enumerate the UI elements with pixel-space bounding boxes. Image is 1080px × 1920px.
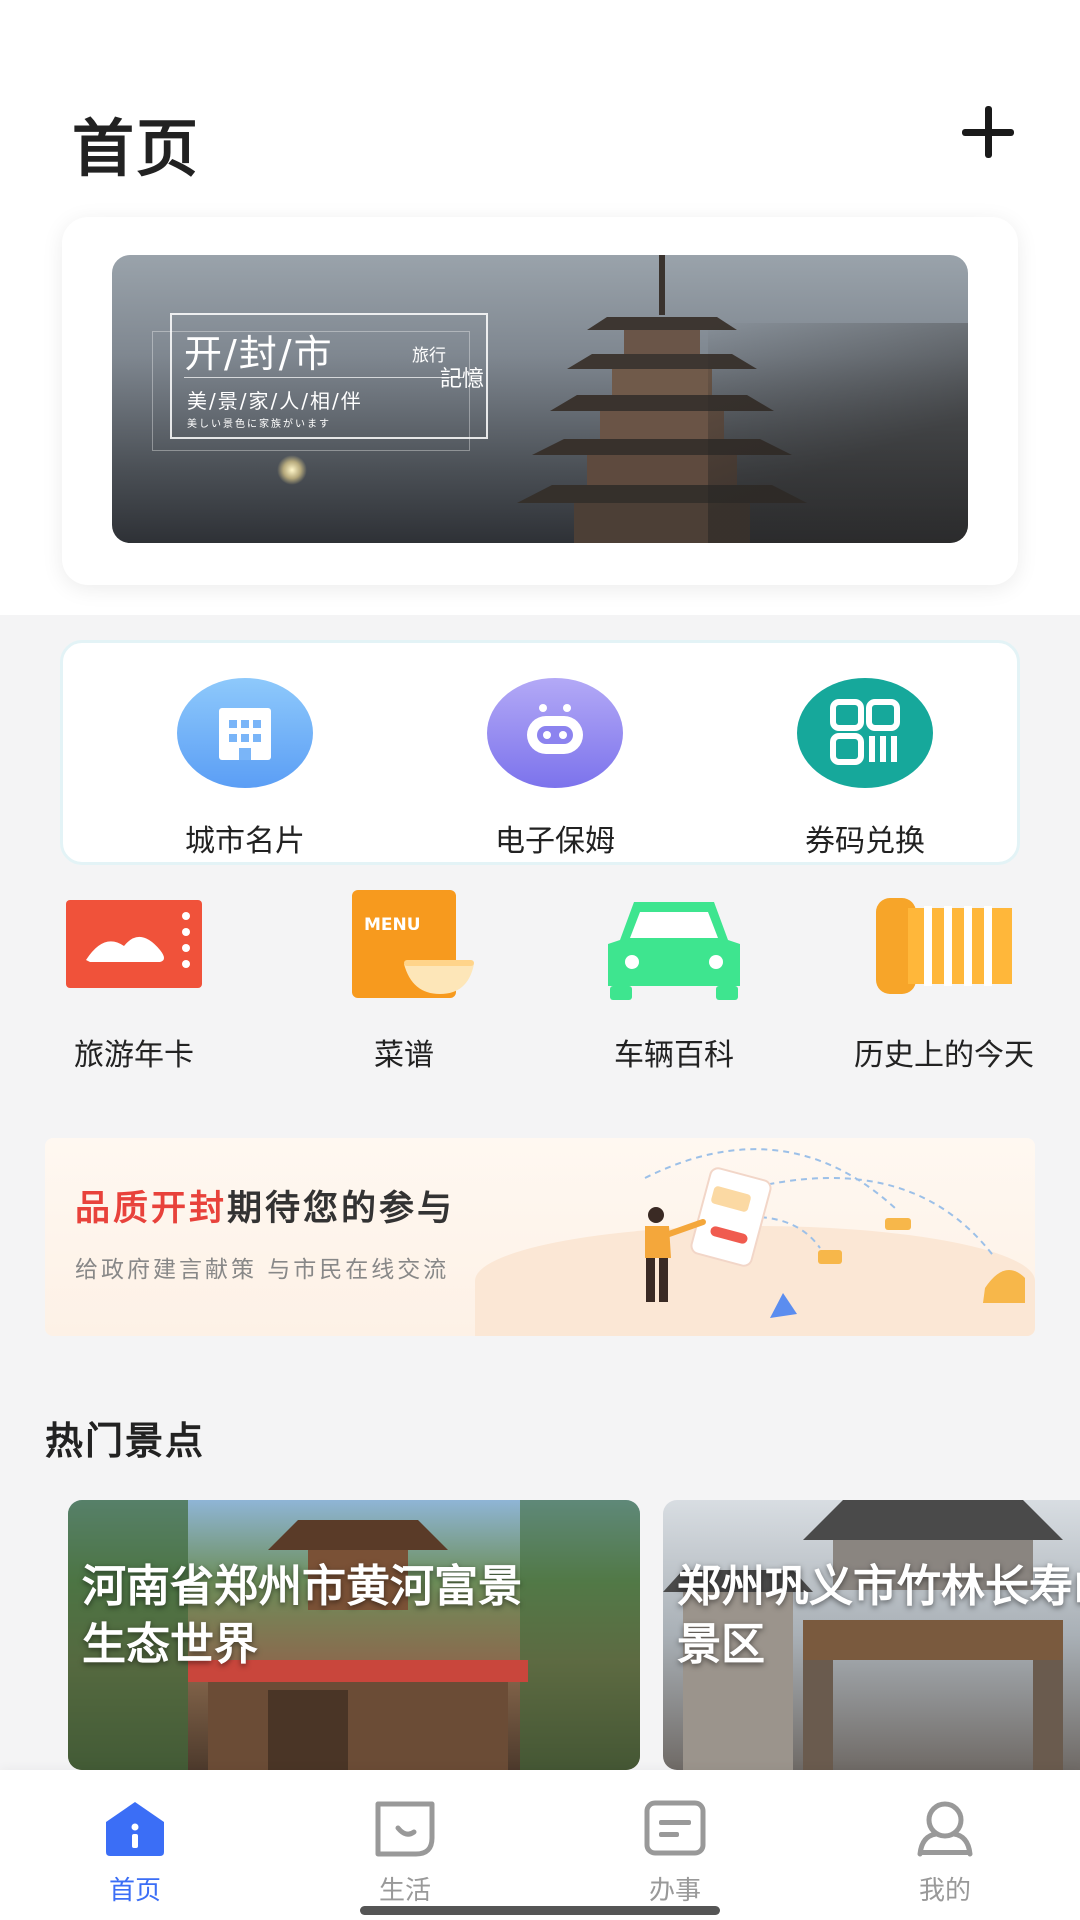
trees-decoration bbox=[708, 323, 968, 543]
quick-link-label: 历史上的今天 bbox=[854, 1038, 1034, 1073]
home-icon bbox=[100, 1798, 170, 1858]
quick-link-car-wiki[interactable]: 车辆百科 bbox=[574, 890, 774, 1074]
menu-book-icon: MENU bbox=[334, 890, 474, 1000]
promo-title-highlight: 品质开封 bbox=[75, 1189, 228, 1229]
service-label: 电子保姆 bbox=[495, 824, 615, 859]
banner-card[interactable]: 开/封/市 旅行 記憶 美/景/家/人/相/伴 美しい景色に家族がいます bbox=[62, 217, 1018, 585]
page-title: 首页 bbox=[72, 112, 201, 185]
hot-spot-title-line1: 河南省郑州市黄河富景 bbox=[82, 1561, 522, 1612]
service-coupon-exchange[interactable]: 券码兑换 bbox=[765, 678, 965, 860]
service-e-nanny[interactable]: 电子保姆 bbox=[455, 678, 655, 860]
tab-profile[interactable]: 我的 bbox=[875, 1798, 1015, 1907]
car-icon bbox=[604, 890, 744, 1000]
svg-text:MENU: MENU bbox=[364, 915, 421, 935]
tasks-icon bbox=[640, 1798, 710, 1858]
promo-title-rest: 期待您的参与 bbox=[227, 1189, 456, 1229]
banner-title: 开/封/市 bbox=[184, 332, 334, 376]
tab-tasks[interactable]: 办事 bbox=[605, 1798, 745, 1907]
tab-label: 首页 bbox=[108, 1876, 161, 1906]
service-label: 城市名片 bbox=[185, 824, 305, 859]
hot-spot-title-line1: 郑州巩义市竹林长寿山 bbox=[677, 1561, 1080, 1612]
quick-link-label: 车辆百科 bbox=[614, 1038, 734, 1073]
banner-japanese-line: 美しい景色に家族がいます bbox=[187, 419, 331, 430]
tab-life[interactable]: 生活 bbox=[335, 1798, 475, 1907]
hot-spot-title-line2: 生态世界 bbox=[82, 1619, 258, 1670]
hot-spot-title-line2: 景区 bbox=[677, 1619, 765, 1670]
tab-label: 办事 bbox=[648, 1876, 701, 1906]
services-card: 城市名片 电子保姆 券码兑换 bbox=[60, 640, 1020, 865]
home-indicator[interactable] bbox=[360, 1906, 720, 1915]
hot-spot-card[interactable]: 郑州巩义市竹林长寿山 景区 bbox=[663, 1500, 1080, 1770]
promo-title: 品质开封期待您的参与 bbox=[75, 1180, 455, 1231]
tab-home[interactable]: 首页 bbox=[65, 1798, 205, 1907]
quick-link-history-today[interactable]: 历史上的今天 bbox=[844, 890, 1044, 1074]
qrcode-icon bbox=[797, 678, 933, 788]
ticket-icon bbox=[64, 890, 204, 1000]
quick-link-travel-card[interactable]: 旅游年卡 bbox=[34, 890, 234, 1074]
tab-label: 我的 bbox=[918, 1876, 971, 1906]
quick-link-label: 旅游年卡 bbox=[74, 1038, 194, 1073]
add-icon[interactable] bbox=[958, 102, 1018, 162]
tab-label: 生活 bbox=[378, 1876, 431, 1906]
banner-divider bbox=[184, 377, 464, 378]
banner-image[interactable]: 开/封/市 旅行 記憶 美/景/家/人/相/伴 美しい景色に家族がいます bbox=[112, 255, 968, 543]
bottom-tab-bar: 首页 生活 办事 我的 bbox=[0, 1770, 1080, 1920]
promo-banner[interactable]: 品质开封期待您的参与 给政府建言献策 与市民在线交流 bbox=[45, 1138, 1035, 1336]
promo-illustration bbox=[644, 1148, 1025, 1318]
quick-link-label: 菜谱 bbox=[374, 1038, 434, 1073]
promo-subtitle: 给政府建言献策 与市民在线交流 bbox=[75, 1257, 450, 1283]
scroll-icon bbox=[874, 890, 1014, 1000]
service-city-card[interactable]: 城市名片 bbox=[145, 678, 345, 860]
service-label: 券码兑换 bbox=[805, 824, 925, 859]
life-icon bbox=[370, 1798, 440, 1858]
profile-icon bbox=[910, 1798, 980, 1858]
lantern-glow bbox=[277, 455, 307, 485]
header-area: 首页 开/封/市 旅行 記憶 美/景/家/人/相/伴 美しい景色に家族がいます bbox=[0, 0, 1080, 615]
hot-spots-title: 热门景点 bbox=[45, 1419, 206, 1463]
quick-link-recipes[interactable]: MENU 菜谱 bbox=[304, 890, 504, 1074]
hot-spot-title: 河南省郑州市黄河富景 生态世界 bbox=[82, 1558, 522, 1674]
building-icon bbox=[177, 678, 313, 788]
robot-icon bbox=[487, 678, 623, 788]
banner-subtitle: 美/景/家/人/相/伴 bbox=[187, 389, 363, 413]
hot-spot-card[interactable]: 河南省郑州市黄河富景 生态世界 bbox=[68, 1500, 640, 1770]
hot-spot-title: 郑州巩义市竹林长寿山 景区 bbox=[677, 1558, 1080, 1674]
